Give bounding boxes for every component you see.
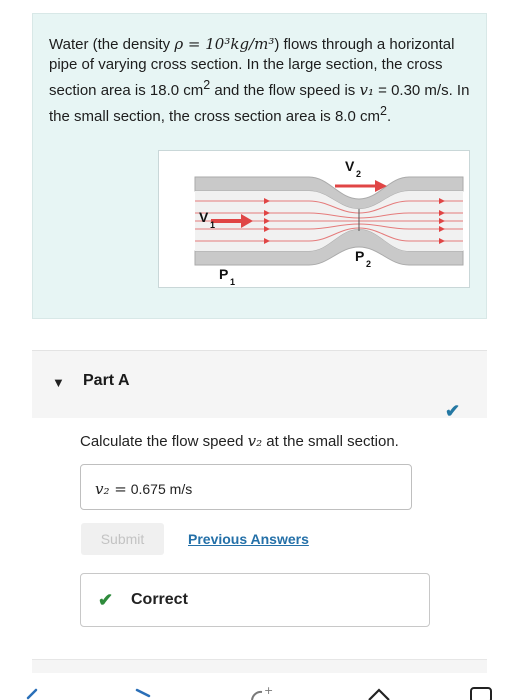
question-text: Calculate the flow speed v₂ at the small… <box>80 432 399 450</box>
check-icon: ✔ <box>98 590 114 610</box>
p2-label: P <box>355 248 364 264</box>
problem-statement: Water (the density ρ = 10³kg/m³) flows t… <box>32 13 487 319</box>
submit-button[interactable]: Submit <box>81 523 164 555</box>
v2-sub: 2 <box>356 169 361 179</box>
answer-content: v₂ = 0.675 m/s <box>95 480 192 498</box>
pipe-diagram: V 1 V 2 P 1 P 2 <box>194 158 464 287</box>
v1-sub: 1 <box>210 220 215 230</box>
back-icon[interactable] <box>22 688 46 700</box>
answer-field[interactable]: v₂ = 0.675 m/s <box>80 464 412 510</box>
feedback-box: ✔ Correct <box>80 573 430 627</box>
previous-answers-link[interactable]: Previous Answers <box>188 531 309 547</box>
check-icon: ✔ <box>445 401 461 421</box>
next-part-header <box>32 659 487 673</box>
v2-label: V <box>345 158 355 174</box>
forward-icon[interactable] <box>133 688 157 700</box>
answer-variable: v₂ = <box>95 480 127 498</box>
part-a-header[interactable]: ▼ Part A ✔ <box>32 350 487 421</box>
v2-arrow <box>335 180 387 192</box>
sparkle-icon[interactable]: + <box>248 684 278 700</box>
svg-text:+: + <box>264 684 273 697</box>
density-formula: ρ = 10³kg/m³ <box>174 35 275 53</box>
p2-sub: 2 <box>366 259 371 269</box>
answer-value: 0.675 <box>130 481 166 497</box>
problem-text: Water (the density ρ = 10³kg/m³) flows t… <box>49 35 470 125</box>
pipe-figure: V 1 V 2 P 1 P 2 <box>158 150 470 288</box>
v1-label: V <box>199 209 209 225</box>
part-title: Part A <box>83 372 130 389</box>
tabs-icon[interactable] <box>469 686 495 700</box>
v1-symbol: v₁ <box>359 81 374 99</box>
p1-sub: 1 <box>230 277 235 287</box>
home-icon[interactable] <box>366 686 392 700</box>
result-label: Correct <box>131 591 188 608</box>
answer-unit: m/s <box>169 481 193 497</box>
v2-symbol: v₂ <box>247 432 263 450</box>
caret-down-icon[interactable]: ▼ <box>52 375 65 390</box>
p1-label: P <box>219 266 228 282</box>
